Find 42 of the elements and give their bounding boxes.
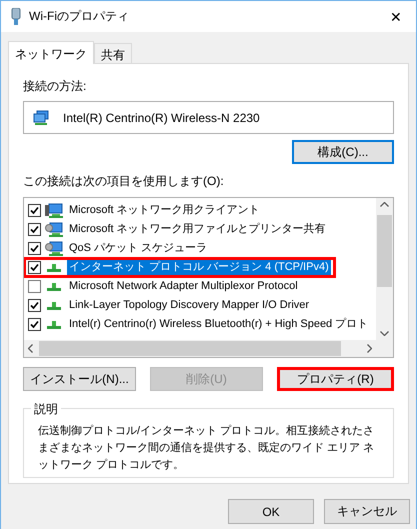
checkbox[interactable] bbox=[28, 280, 41, 293]
adapter-field: Intel(R) Centrino(R) Wireless-N 2230 bbox=[23, 101, 394, 134]
list-item[interactable]: Microsoft ネットワーク用クライアント bbox=[24, 201, 376, 220]
close-button[interactable]: ✕ bbox=[384, 6, 408, 26]
scroll-up-icon[interactable] bbox=[380, 202, 389, 207]
connect-using-label: 接続の方法: bbox=[23, 78, 88, 95]
tab[interactable]: ネットワーク bbox=[8, 41, 94, 64]
vertical-scrollbar[interactable] bbox=[376, 198, 393, 340]
network-protocol-icon bbox=[47, 302, 61, 310]
checkbox[interactable] bbox=[28, 223, 41, 236]
network-protocol-icon bbox=[47, 320, 61, 328]
checkbox[interactable] bbox=[28, 261, 41, 274]
scroll-down-icon[interactable] bbox=[380, 331, 389, 336]
list-item[interactable]: Link-Layer Topology Discovery Mapper I/O Driver bbox=[24, 296, 376, 315]
network-service-icon bbox=[45, 240, 63, 256]
checkbox[interactable] bbox=[28, 204, 41, 217]
action-button[interactable]: インストール(N)... bbox=[23, 367, 136, 391]
network-protocol-icon bbox=[47, 282, 61, 290]
list-item[interactable]: QoS パケット スケジューラ bbox=[24, 239, 376, 258]
configure-button[interactable]: 構成(C)... bbox=[292, 140, 394, 164]
description-title: 説明 bbox=[31, 401, 61, 418]
dialog-button[interactable]: OK bbox=[228, 499, 314, 524]
list-item[interactable]: Microsoft Network Adapter Multiplexor Protocol bbox=[24, 277, 376, 296]
action-button[interactable]: プロパティ(R) bbox=[277, 367, 394, 391]
scroll-right-icon[interactable] bbox=[367, 344, 372, 353]
network-client-icon bbox=[45, 202, 63, 218]
description-text: 伝送制御プロトコル/インターネット プロトコル。相互接続されたさまざまなネットワーク間の通信を提供する、既定のワイド エリア ネットワーク プロトコルです。 bbox=[38, 424, 376, 473]
window-title: Wi-Fiのプロパティ bbox=[29, 8, 130, 25]
scroll-left-icon[interactable] bbox=[28, 344, 33, 353]
list-item[interactable]: Intel(r) Centrino(r) Wireless Bluetooth(r) + High Speed プロト bbox=[24, 315, 376, 334]
dialog-button[interactable]: キャンセル bbox=[324, 499, 410, 524]
components-label: この接続は次の項目を使用します(O): bbox=[23, 173, 225, 190]
network-protocol-icon bbox=[47, 264, 61, 272]
network-service-icon bbox=[45, 222, 63, 238]
checkbox[interactable] bbox=[28, 299, 41, 312]
list-item[interactable]: Microsoft ネットワーク用ファイルとプリンター共有 bbox=[24, 220, 376, 239]
horizontal-scrollbar[interactable] bbox=[24, 340, 376, 357]
network-adapter-icon bbox=[33, 110, 49, 126]
wifi-adapter-icon bbox=[11, 8, 21, 26]
tab[interactable]: 共有 bbox=[94, 43, 132, 63]
checkbox[interactable] bbox=[28, 318, 41, 331]
checkbox[interactable] bbox=[28, 242, 41, 255]
